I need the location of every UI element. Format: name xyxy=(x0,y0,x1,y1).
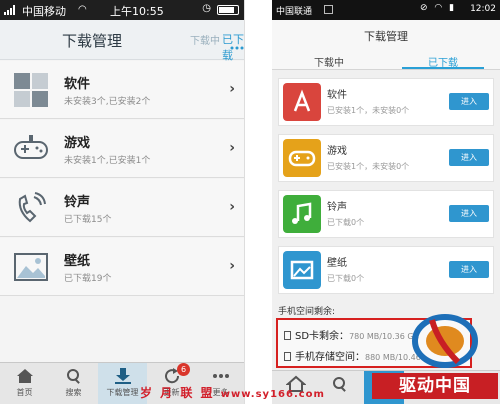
phone-icon xyxy=(284,352,291,361)
page-title: 下载管理 xyxy=(364,30,408,43)
item-status: 已下载15个 xyxy=(64,215,112,225)
carrier-label: 中国移动 xyxy=(22,5,66,18)
tab-label: 搜索 xyxy=(65,388,82,397)
tab-label: 首页 xyxy=(16,388,33,397)
download-icon xyxy=(115,368,131,384)
notification-icon xyxy=(324,5,333,14)
phone-storage: 手机存储空间：880 MB/10.46 xyxy=(284,348,421,363)
clock: 上午10:55 xyxy=(110,5,164,18)
left-phone-screen: 中国移动 ◠ 上午10:55 ◷ 下载管理 下载中 已下载 软件 未安装3个,已… xyxy=(0,0,245,404)
gamepad-icon xyxy=(14,135,48,159)
card-status: 已安装1个，未安装0个 xyxy=(327,162,410,171)
signal-icon xyxy=(4,5,15,15)
wifi-icon: ◠ xyxy=(78,4,87,15)
home-icon xyxy=(17,369,33,383)
phone-storage-label: 手机存储空间： xyxy=(295,352,365,363)
chevron-right-icon: › xyxy=(229,140,235,156)
item-status: 未安装3个,已安装2个 xyxy=(64,97,151,107)
sd-card-icon xyxy=(284,331,291,340)
item-name: 软件 xyxy=(64,77,91,92)
card-status: 已安装1个，未安装0个 xyxy=(327,106,410,115)
enter-button[interactable]: 进入 xyxy=(449,93,489,110)
list-item-games[interactable]: 游戏 未安装1个,已安装1个 › xyxy=(0,120,244,178)
alarm-icon: ◷ xyxy=(202,3,211,14)
more-icon xyxy=(213,374,229,378)
search-icon[interactable] xyxy=(330,375,350,393)
card-wallpapers[interactable]: 壁纸 已下载0个 进入 xyxy=(278,246,494,294)
chevron-right-icon: › xyxy=(229,199,235,215)
list-item-software[interactable]: 软件 未安装3个,已安装2个 › xyxy=(0,61,244,119)
page-title: 下载管理 xyxy=(62,32,123,50)
card-status: 已下载0个 xyxy=(327,274,365,283)
item-status: 已下载19个 xyxy=(64,274,112,284)
tab-home[interactable]: 首页 xyxy=(0,363,49,404)
search-icon xyxy=(67,369,80,384)
picture-icon xyxy=(283,251,321,289)
battery-icon xyxy=(217,5,239,15)
watermark-domain: www.sy166.com xyxy=(220,389,325,400)
chevron-right-icon: › xyxy=(229,258,235,274)
page-dots-icon xyxy=(230,46,244,50)
tab-search[interactable]: 搜索 xyxy=(49,363,98,404)
phone-ring-icon xyxy=(18,192,46,223)
card-ringtones[interactable]: 铃声 已下载0个 进入 xyxy=(278,190,494,238)
item-name: 铃声 xyxy=(64,195,91,210)
page-header: 下载管理 下载中 已下载 xyxy=(0,20,244,62)
carrier-label: 中国联通 xyxy=(276,7,313,17)
sd-card-storage: SD卡剩余：780 MB/10.36 GB xyxy=(284,327,419,342)
active-tab-indicator xyxy=(402,67,484,69)
gamepad-icon xyxy=(283,139,321,177)
clock: 12:02 xyxy=(470,4,496,14)
app-grid-icon xyxy=(14,73,48,107)
enter-button[interactable]: 进入 xyxy=(449,261,489,278)
card-name: 铃声 xyxy=(327,202,347,213)
logo-wordmark: 驱动中国 xyxy=(372,373,498,399)
list-item-wallpapers[interactable]: 壁纸 已下载19个 › xyxy=(0,238,244,296)
tab-downloading[interactable]: 下载中 xyxy=(190,32,220,47)
status-bar: 中国移动 ◠ 上午10:55 ◷ xyxy=(0,0,244,20)
app-store-icon xyxy=(283,83,321,121)
logo-emblem xyxy=(412,314,478,368)
list-item-ringtones[interactable]: 铃声 已下载15个 › xyxy=(0,179,244,237)
item-name: 游戏 xyxy=(64,136,91,151)
status-bar: 中国联通 ⊘ ◠ ▮ 12:02 xyxy=(272,0,500,20)
item-status: 未安装1个,已安装1个 xyxy=(64,156,151,166)
status-icons: ⊘ ◠ ▮ xyxy=(420,3,457,13)
card-software[interactable]: 软件 已安装1个，未安装0个 进入 xyxy=(278,78,494,126)
storage-section-title: 手机空间剩余: xyxy=(278,307,336,317)
chevron-right-icon: › xyxy=(229,81,235,97)
page-header: 下载管理 下载中 已下载 xyxy=(272,20,500,70)
enter-button[interactable]: 进入 xyxy=(449,149,489,166)
watermark-text: 岁 月 联 盟 xyxy=(140,386,215,400)
sd-label: SD卡剩余： xyxy=(295,331,350,342)
card-games[interactable]: 游戏 已安装1个，未安装0个 进入 xyxy=(278,134,494,182)
enter-button[interactable]: 进入 xyxy=(449,205,489,222)
card-name: 壁纸 xyxy=(327,258,347,269)
item-name: 壁纸 xyxy=(64,254,91,269)
card-status: 已下载0个 xyxy=(327,218,365,227)
card-name: 软件 xyxy=(327,90,347,101)
card-name: 游戏 xyxy=(327,146,347,157)
update-count-badge: 6 xyxy=(177,363,190,376)
picture-icon xyxy=(14,253,48,281)
tab-downloading[interactable]: 下载中 xyxy=(272,54,386,69)
music-note-icon xyxy=(283,195,321,233)
watermark: 岁 月 联 盟 www.sy166.com xyxy=(140,384,325,401)
